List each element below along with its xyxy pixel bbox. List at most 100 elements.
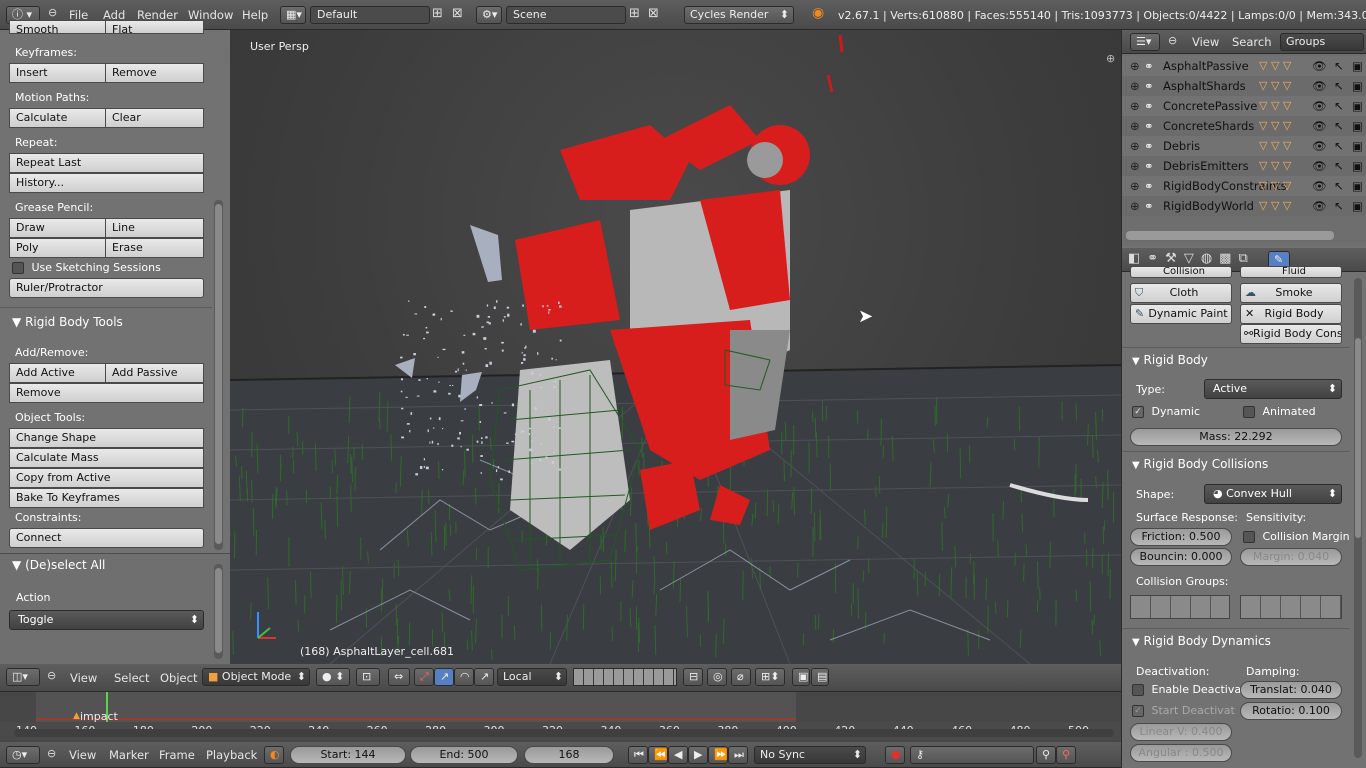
render-preview-icon[interactable]: ▣: [792, 668, 810, 686]
manipulator-toggle[interactable]: ⇔: [388, 668, 410, 686]
properties-scrollbar[interactable]: [1354, 278, 1362, 758]
redo-panel-scrollbar[interactable]: [214, 564, 223, 659]
scale-manipulator-icon[interactable]: ↗: [474, 668, 494, 686]
fluid-button[interactable]: Fluid: [1240, 266, 1342, 278]
expand-icon[interactable]: ⊕: [1130, 76, 1140, 96]
delete-keyframe-icon[interactable]: ⚲: [1056, 746, 1076, 764]
visibility-eye-icon[interactable]: 👁: [1312, 156, 1327, 176]
smooth-button[interactable]: Smooth: [9, 20, 106, 34]
rotation-damping-field[interactable]: Rotatio: 0.100: [1240, 702, 1342, 720]
expand-icon[interactable]: ⊕: [1130, 116, 1140, 136]
outliner-group-row[interactable]: ⊕ ⚭ RigidBodyConstraints ▽ ▽ ▽ 👁 ↖ ▣: [1122, 176, 1366, 196]
rotate-manipulator-icon[interactable]: ◠: [454, 668, 474, 686]
insert-keyframe-icon[interactable]: ⚲: [1036, 746, 1056, 764]
visibility-eye-icon[interactable]: 👁: [1312, 96, 1327, 116]
rigid-body-tools-header[interactable]: ▼ Rigid Body Tools: [12, 315, 123, 329]
angular-velocity-field[interactable]: Angular : 0.500: [1130, 744, 1232, 762]
dynamics-panel-header[interactable]: ▼ Rigid Body Dynamics: [1132, 634, 1271, 648]
connect-button[interactable]: Connect: [9, 528, 204, 548]
translate-manipulator-icon[interactable]: ↗: [434, 668, 454, 686]
outliner-group-row[interactable]: ⊕ ⚭ AsphaltShards ▽ ▽ ▽ 👁 ↖ ▣: [1122, 76, 1366, 96]
shading-select[interactable]: ● ⬍: [316, 668, 350, 686]
outliner-hscroll[interactable]: [1126, 231, 1334, 240]
clear-paths-button[interactable]: Clear: [105, 108, 204, 128]
erase-button[interactable]: Erase: [105, 238, 204, 258]
collapse-menu-icon[interactable]: ⊖: [47, 669, 56, 682]
collapse-menu-icon[interactable]: ⊖: [47, 747, 56, 760]
screen-layout-icon[interactable]: ▦▾: [280, 6, 306, 24]
delete-screen-icon[interactable]: ⊠: [452, 6, 463, 21]
menu-object[interactable]: Object: [160, 668, 197, 688]
3d-viewport[interactable]: User Persp (168) AsphaltLayer_cell.681 ➤…: [230, 30, 1121, 664]
editor-type-outliner-button[interactable]: ☰▾: [1130, 33, 1160, 51]
play-reverse-icon[interactable]: ◀: [668, 746, 688, 764]
delete-scene-icon[interactable]: ⊠: [648, 6, 659, 21]
jump-keyframe-forward-icon[interactable]: ⏩: [708, 746, 728, 764]
visibility-eye-icon[interactable]: 👁: [1312, 56, 1327, 76]
linear-velocity-field[interactable]: Linear V: 0.400: [1130, 723, 1232, 741]
ruler-protractor-button[interactable]: Ruler/Protractor: [9, 278, 204, 298]
dynamic-paint-button[interactable]: ✎ Dynamic Paint: [1130, 304, 1232, 324]
properties-tabs[interactable]: ◧⚭⚒▽◍▩⧉: [1128, 251, 1255, 266]
poly-button[interactable]: Poly: [9, 238, 106, 258]
start-frame-field[interactable]: Start: 144: [290, 746, 406, 764]
scene-field[interactable]: Scene: [506, 6, 626, 24]
collision-button[interactable]: Collision: [1130, 266, 1232, 278]
preview-range-icon[interactable]: ◐: [264, 746, 284, 764]
screen-layout-field[interactable]: Default: [310, 6, 430, 24]
menu-select[interactable]: Select: [114, 668, 149, 688]
collisions-panel-header[interactable]: ▼ Rigid Body Collisions: [1132, 457, 1268, 471]
layer-buttons[interactable]: [573, 668, 677, 686]
marker-icon[interactable]: ▲: [73, 711, 80, 721]
current-frame-field[interactable]: 168: [524, 746, 614, 764]
pivot-select[interactable]: ⊡: [356, 668, 380, 686]
remove-rigid-body-button[interactable]: Remove: [9, 383, 204, 403]
record-icon[interactable]: ●: [885, 746, 905, 764]
bounciness-field[interactable]: Bouncin: 0.000: [1130, 548, 1232, 566]
viewport-corner-plus-icon[interactable]: ⊕: [1106, 52, 1115, 65]
visibility-eye-icon[interactable]: 👁: [1312, 76, 1327, 96]
deselect-all-header[interactable]: ▼ (De)select All: [12, 558, 105, 572]
smoke-button[interactable]: ☁ Smoke: [1240, 283, 1342, 303]
expand-icon[interactable]: ⊕: [1130, 56, 1140, 76]
outliner-group-row[interactable]: ⊕ ⚭ Debris ▽ ▽ ▽ 👁 ↖ ▣: [1122, 136, 1366, 156]
keying-set-field[interactable]: ⚷: [910, 746, 1034, 764]
render-camera-icon[interactable]: ▣: [1352, 176, 1363, 196]
render-camera-icon[interactable]: ▣: [1352, 76, 1363, 96]
select-arrow-icon[interactable]: ↖: [1334, 196, 1344, 216]
sync-select[interactable]: No Sync ⬍: [754, 746, 866, 764]
snap-element-select[interactable]: ⊞⬍: [755, 668, 785, 686]
outliner-group-row[interactable]: ⊕ ⚭ DebrisEmitters ▽ ▽ ▽ 👁 ↖ ▣: [1122, 156, 1366, 176]
draw-button[interactable]: Draw: [9, 218, 106, 238]
menu-playback[interactable]: Playback: [206, 745, 257, 765]
outliner-group-row[interactable]: ⊕ ⚭ RigidBodyWorld ▽ ▽ ▽ 👁 ↖ ▣: [1122, 196, 1366, 216]
bake-to-keyframes-button[interactable]: Bake To Keyframes: [9, 488, 204, 508]
line-button[interactable]: Line: [105, 218, 204, 238]
render-camera-icon[interactable]: ▣: [1352, 156, 1363, 176]
scrollbar-thumb[interactable]: [215, 568, 222, 653]
translation-damping-field[interactable]: Translat: 0.040: [1240, 681, 1342, 699]
change-shape-button[interactable]: Change Shape: [9, 428, 204, 448]
enable-deactivation-checkbox[interactable]: Enable Deactiva: [1132, 683, 1241, 696]
editor-type-timeline-button[interactable]: ◷▾: [6, 746, 40, 764]
menu-view[interactable]: View: [70, 668, 97, 688]
render-animation-icon[interactable]: ▤: [811, 668, 829, 686]
type-select[interactable]: Active ⬍: [1204, 379, 1342, 399]
orientation-select[interactable]: Local ⬍: [497, 668, 567, 686]
add-scene-icon[interactable]: ⊞: [629, 6, 640, 21]
copy-from-active-button[interactable]: Copy from Active: [9, 468, 204, 488]
calculate-paths-button[interactable]: Calculate: [9, 108, 106, 128]
select-arrow-icon[interactable]: ↖: [1334, 96, 1344, 116]
remove-keyframe-button[interactable]: Remove: [105, 63, 204, 83]
visibility-eye-icon[interactable]: 👁: [1312, 116, 1327, 136]
lock-camera-icon[interactable]: ⊟: [683, 668, 703, 686]
editor-type-3d-button[interactable]: ◫▾: [6, 668, 40, 686]
select-arrow-icon[interactable]: ↖: [1334, 76, 1344, 96]
rigid-body-panel-header[interactable]: ▼ Rigid Body: [1132, 353, 1208, 367]
transform-axes-icon[interactable]: ⤢: [414, 668, 434, 686]
outliner-group-row[interactable]: ⊕ ⚭ AsphaltPassive ▽ ▽ ▽ 👁 ↖ ▣: [1122, 56, 1366, 76]
repeat-last-button[interactable]: Repeat Last: [9, 153, 204, 173]
visibility-eye-icon[interactable]: 👁: [1312, 136, 1327, 156]
scrollbar-thumb[interactable]: [215, 204, 222, 544]
outliner-menu-search[interactable]: Search: [1232, 32, 1272, 52]
